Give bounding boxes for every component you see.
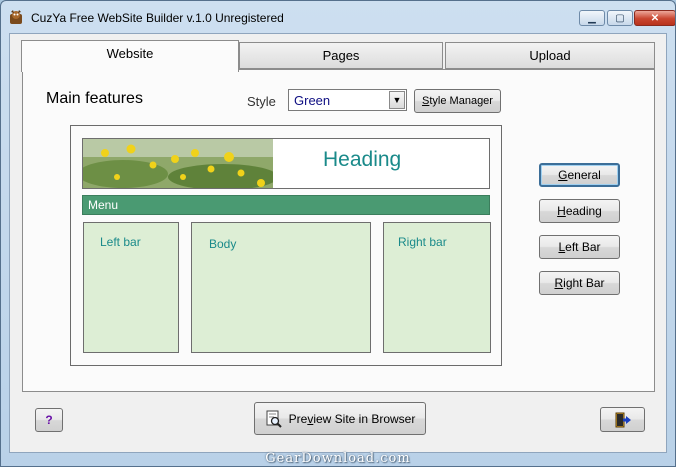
style-manager-button[interactable]: Style Manager [414,89,501,113]
preview-right-bar-label: Right bar [398,235,447,249]
left-bar-label: eft Bar [565,240,601,254]
heading-mnemonic: H [557,204,566,218]
help-button[interactable]: ? [35,408,63,432]
app-window: CuzYa Free WebSite Builder v.1.0 Unregis… [0,0,676,467]
close-button[interactable]: ✕ [634,10,675,26]
help-icon: ? [45,413,53,427]
minimize-icon: ▁ [588,12,596,24]
general-mnemonic: G [558,168,568,182]
preview-menu-label: Menu [88,198,119,212]
left-bar-button[interactable]: Left Bar [539,235,620,259]
tab-website[interactable]: Website [21,40,239,72]
main-features-heading: Main features [46,90,143,107]
watermark-text: GearDownload.com [265,451,411,466]
website-panel: Main features Style Green ▼ Style Manage… [22,69,655,392]
layout-preview: Heading Menu Left bar Body Right bar [70,125,502,366]
preview-body-label: Body [209,237,237,251]
general-button[interactable]: General [539,163,620,187]
preview-left-bar[interactable]: Left bar [83,222,179,353]
style-manager-mnemonic: S [422,95,430,107]
minimize-button[interactable]: ▁ [579,10,605,26]
right-bar-mnemonic: R [554,276,564,290]
app-logo-icon [10,10,22,24]
heading-label: eading [565,204,602,218]
tab-upload[interactable]: Upload [445,42,655,69]
tab-pages[interactable]: Pages [239,42,443,69]
preview-magnifier-icon [266,410,282,428]
left-bar-mnemonic: L [558,240,566,254]
preview-site-button[interactable]: Pre v iew Site in Browser [254,402,426,435]
client-area: Website Pages Upload Main features Style… [9,33,667,453]
preview-heading: Heading [323,148,402,171]
style-value: Green [294,93,331,108]
exit-door-icon [615,412,631,427]
heading-button[interactable]: Heading [539,199,620,223]
title-bar[interactable]: CuzYa Free WebSite Builder v.1.0 Unregis… [1,1,675,33]
tab-label: Pages [322,48,360,63]
maximize-icon: ▢ [615,12,625,24]
preview-left-bar-label: Left bar [100,235,141,249]
style-dropdown[interactable]: Green ▼ [288,89,407,111]
dropdown-arrow-icon[interactable]: ▼ [389,91,405,109]
tab-label: Upload [529,48,571,63]
window-title: CuzYa Free WebSite Builder v.1.0 Unregis… [31,11,284,25]
flowers-banner-image [83,139,273,188]
style-manager-label: tyle Manager [429,95,493,107]
close-icon: ✕ [650,12,660,24]
maximize-button[interactable]: ▢ [607,10,633,26]
preview-label-pre: Pre [288,411,308,426]
tab-label: Website [106,46,154,61]
preview-label-post: iew Site in Browser [313,411,416,426]
preview-header[interactable]: Heading [82,138,490,189]
general-label: eneral [567,168,601,182]
right-bar-button[interactable]: Right Bar [539,271,620,295]
preview-menu-bar[interactable]: Menu [82,195,490,215]
exit-button[interactable] [600,407,645,432]
preview-right-bar[interactable]: Right bar [383,222,491,353]
style-label: Style [247,94,276,109]
preview-body[interactable]: Body [191,222,371,353]
right-bar-label: ight Bar [563,276,605,290]
